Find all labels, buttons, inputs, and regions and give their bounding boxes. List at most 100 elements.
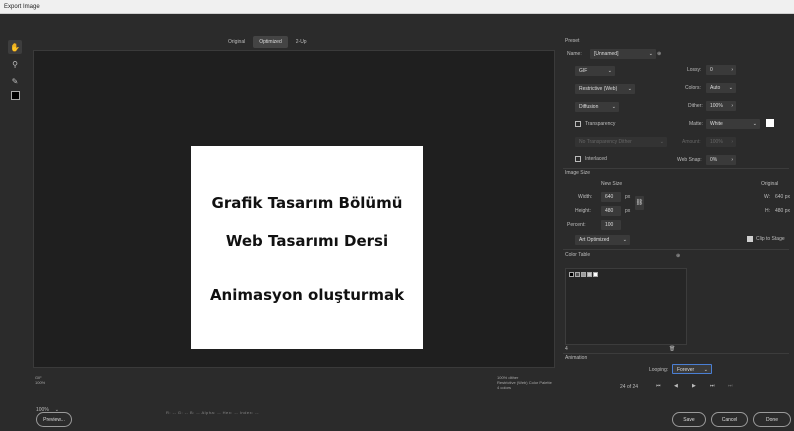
- clip-to-stage-label: Clip to Stage: [756, 236, 785, 242]
- previous-frame-icon[interactable]: ◀: [674, 383, 678, 389]
- delete-color-icon[interactable]: 🗑: [669, 346, 675, 352]
- frame-counter: 24 of 24: [620, 384, 639, 390]
- interlaced-checkbox[interactable]: [575, 156, 581, 162]
- width-label: Width:: [578, 194, 593, 200]
- color-swatch[interactable]: [587, 272, 592, 277]
- zoom-tool-icon[interactable]: ⚲: [8, 57, 22, 71]
- color-table-options-icon[interactable]: ⊕: [676, 253, 680, 259]
- tab-original[interactable]: Original: [222, 36, 251, 48]
- colors-select[interactable]: Auto ⌄: [706, 83, 736, 93]
- color-swatch-row: [569, 272, 598, 277]
- width-value: 640: [605, 194, 614, 200]
- transparency-label: Transparency: [585, 121, 616, 127]
- new-size-label: New Size: [601, 181, 623, 187]
- color-swatch[interactable]: [581, 272, 586, 277]
- original-height-label: H:: [765, 208, 770, 214]
- original-height-value: 480 px: [775, 208, 791, 214]
- matte-value: White: [710, 121, 723, 127]
- format-select[interactable]: GIF ⌄: [575, 66, 615, 76]
- preset-section-title: Preset: [565, 38, 580, 44]
- web-snap-value: 0%: [710, 157, 718, 163]
- preview-canvas[interactable]: Grafik Tasarım Bölümü Web Tasarımı Dersi…: [33, 50, 555, 368]
- settings-panel: Preset Name: [Unnamed] ⌄ ⊕ GIF ⌄ Lossy: 0 ›…: [563, 36, 794, 431]
- preview-button[interactable]: Preview...: [36, 412, 72, 427]
- amount-label: Amount:: [682, 139, 701, 145]
- matte-select[interactable]: White ⌄: [706, 119, 760, 129]
- color-table-section-title: Color Table: [565, 252, 591, 258]
- eyedropper-tool-icon[interactable]: ✎: [8, 74, 22, 88]
- tab-optimized[interactable]: Optimized: [253, 36, 288, 48]
- preset-options-icon[interactable]: ⊕: [657, 51, 661, 57]
- transparency-checkbox[interactable]: [575, 121, 581, 127]
- color-swatch[interactable]: [575, 272, 580, 277]
- first-frame-icon[interactable]: ⏮: [656, 383, 661, 389]
- chevron-down-icon: ⌄: [607, 68, 612, 74]
- looping-label: Looping:: [649, 367, 669, 373]
- divider: [563, 353, 789, 354]
- next-frame-icon[interactable]: ⏭: [710, 383, 715, 389]
- image-size-section-title: Image Size: [565, 170, 591, 176]
- chevron-down-icon: ⌄: [648, 51, 653, 57]
- color-count: 4: [565, 346, 568, 352]
- tab-2-up[interactable]: 2-Up: [290, 36, 313, 48]
- web-snap-field[interactable]: 0% ›: [706, 155, 736, 165]
- preset-name-label: Name:: [567, 51, 582, 57]
- original-width-value: 640 px: [775, 194, 791, 200]
- original-size-label: Original: [761, 181, 779, 187]
- lossy-field[interactable]: 0 ›: [706, 65, 736, 75]
- artboard-text-line1: Grafik Tasarım Bölümü: [211, 194, 403, 212]
- clip-to-stage-checkbox[interactable]: [747, 236, 753, 242]
- looping-select[interactable]: Forever ⌄: [672, 364, 712, 374]
- height-value: 480: [605, 208, 614, 214]
- colors-value: Auto: [710, 85, 721, 91]
- tool-bar: ✋ ⚲ ✎: [8, 40, 22, 100]
- divider: [563, 168, 789, 169]
- artboard-text-line2: Web Tasarımı Dersi: [225, 232, 389, 250]
- lossy-value: 0: [710, 67, 713, 73]
- eyedropper-color-swatch[interactable]: [11, 91, 20, 100]
- animation-section-title: Animation: [565, 355, 588, 361]
- window-title: Export Image: [0, 0, 794, 14]
- info-colors: 4 colors: [497, 385, 512, 390]
- matte-color-swatch[interactable]: [766, 119, 774, 127]
- preset-name-select[interactable]: [Unnamed] ⌄: [590, 49, 656, 59]
- width-field[interactable]: 640: [601, 192, 621, 202]
- export-image-window: ✋ ⚲ ✎ Original Optimized 2-Up Grafik Tas…: [0, 14, 794, 431]
- color-table-swatches: [565, 268, 687, 345]
- height-field[interactable]: 480: [601, 206, 621, 216]
- chevron-right-icon: ›: [731, 67, 733, 73]
- original-width-label: W:: [764, 194, 771, 200]
- percent-value: 100: [605, 222, 614, 228]
- constrain-proportions-icon[interactable]: ⛓: [635, 196, 644, 210]
- pixel-info-readout: R: -- G: -- B: -- Alpha: -- Hex: -- Inde…: [166, 410, 259, 415]
- resample-quality-select[interactable]: Art Optimized ⌄: [575, 235, 630, 245]
- transparency-dither-select[interactable]: No Transparency Dither ⌄: [575, 137, 667, 147]
- height-label: Height:: [575, 208, 591, 214]
- amount-field[interactable]: 100% ›: [706, 137, 736, 147]
- chevron-down-icon: ⌄: [627, 86, 632, 92]
- lossy-label: Lossy:: [687, 67, 702, 73]
- info-zoom: 100%: [35, 380, 46, 385]
- color-reduction-select[interactable]: Restrictive (Web) ⌄: [575, 84, 635, 94]
- dither-field[interactable]: 100% ›: [706, 101, 736, 111]
- color-swatch[interactable]: [569, 272, 574, 277]
- looping-value: Forever: [677, 367, 695, 373]
- dither-algorithm-select[interactable]: Diffusion ⌄: [575, 102, 619, 112]
- height-unit: px: [625, 208, 631, 214]
- percent-field[interactable]: 100: [601, 220, 621, 230]
- dither-value: 100%: [710, 103, 723, 109]
- amount-value: 100%: [710, 139, 723, 145]
- color-swatch[interactable]: [593, 272, 598, 277]
- resample-quality-value: Art Optimized: [579, 237, 610, 243]
- hand-tool-icon[interactable]: ✋: [8, 40, 22, 54]
- chevron-down-icon: ⌄: [622, 237, 627, 243]
- preview-info-left: GIF 100%: [35, 375, 45, 385]
- chevron-right-icon: ›: [731, 139, 733, 145]
- preview-info-right: 100% dither Restrictive (Web) Color Pale…: [497, 375, 552, 390]
- last-frame-icon[interactable]: ⏭: [728, 383, 733, 389]
- play-icon[interactable]: ▶: [692, 383, 696, 389]
- chevron-down-icon: ⌄: [659, 139, 664, 145]
- chevron-right-icon: ›: [731, 157, 733, 163]
- view-tabs: Original Optimized 2-Up: [222, 36, 313, 48]
- interlaced-label: Interlaced: [585, 156, 607, 162]
